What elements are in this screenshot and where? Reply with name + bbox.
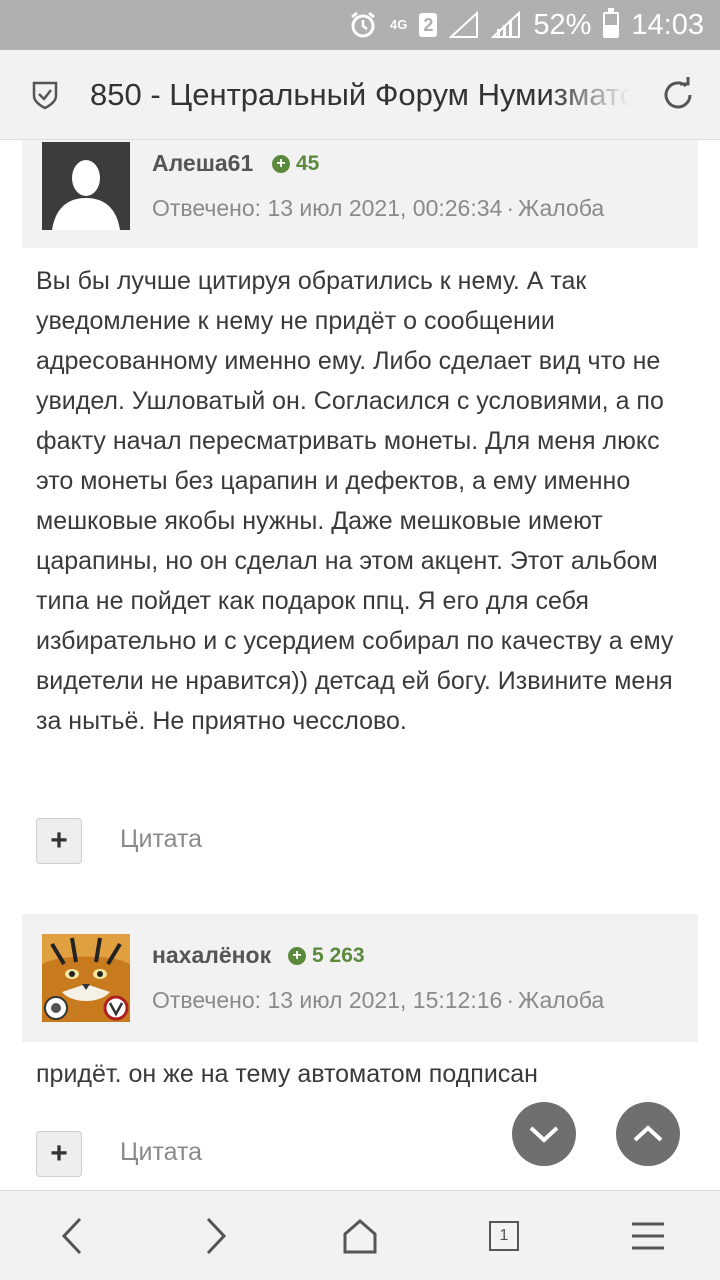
reputation-badge: + 45 bbox=[272, 152, 319, 176]
battery-icon bbox=[603, 8, 620, 38]
meta-separator: · bbox=[506, 987, 514, 1013]
post-meta: Отвечено: 13 июл 2021, 00:26:34 · Жалоба bbox=[152, 195, 604, 222]
home-icon bbox=[343, 1218, 377, 1253]
page-title[interactable]: 850 - Центральный Форум Нумизматов bbox=[90, 77, 630, 113]
reputation-value: 45 bbox=[296, 152, 320, 175]
address-bar[interactable]: 850 - Центральный Форум Нумизматов bbox=[0, 50, 720, 140]
chevron-up-icon bbox=[633, 1125, 663, 1142]
post-date: Отвечено: 13 июл 2021, 15:12:16 bbox=[152, 987, 503, 1013]
plus-icon: + bbox=[288, 947, 306, 965]
quote-plus-button[interactable]: + bbox=[36, 818, 82, 864]
post-body: придёт. он же на тему автоматом подписан bbox=[36, 1060, 538, 1088]
reputation-value: 5 263 bbox=[312, 944, 365, 967]
menu-icon bbox=[632, 1222, 664, 1249]
network-type: 4G bbox=[390, 17, 408, 32]
quote-label[interactable]: Цитата bbox=[120, 1138, 202, 1167]
post-meta: Отвечено: 13 июл 2021, 15:12:16 · Жалоба bbox=[152, 987, 604, 1014]
avatar[interactable] bbox=[42, 142, 130, 230]
signal-strength-icon bbox=[491, 11, 521, 39]
reload-icon[interactable] bbox=[660, 77, 696, 113]
chevron-down-icon bbox=[529, 1126, 559, 1143]
post-body: Вы бы лучше цитируя обратились к нему. А… bbox=[36, 267, 674, 735]
forward-button[interactable] bbox=[176, 1196, 256, 1276]
meta-separator: · bbox=[506, 195, 514, 221]
shield-icon[interactable] bbox=[0, 50, 90, 140]
username[interactable]: нахалёнок bbox=[152, 942, 271, 969]
tabs-button[interactable]: 1 bbox=[464, 1196, 544, 1276]
report-link[interactable]: Жалоба bbox=[518, 195, 604, 221]
report-link[interactable]: Жалоба bbox=[518, 987, 604, 1013]
home-button[interactable] bbox=[320, 1196, 400, 1276]
scroll-up-button[interactable] bbox=[616, 1102, 680, 1166]
quote-label[interactable]: Цитата bbox=[120, 825, 202, 854]
sim-badge: 2 bbox=[419, 13, 438, 37]
menu-button[interactable] bbox=[608, 1196, 688, 1276]
clock: 14:03 bbox=[631, 8, 704, 41]
plus-icon: + bbox=[272, 155, 290, 173]
status-bar: 4G 2 52% 14:03 bbox=[0, 0, 720, 50]
avatar[interactable] bbox=[42, 934, 130, 1022]
scroll-down-button[interactable] bbox=[512, 1102, 576, 1166]
post-header: Алеша61 + 45 Отвечено: 13 июл 2021, 00:2… bbox=[22, 140, 698, 248]
username[interactable]: Алеша61 bbox=[152, 150, 253, 177]
chevron-right-icon bbox=[206, 1217, 227, 1254]
reputation-badge: + 5 263 bbox=[288, 944, 365, 968]
browser-nav-bar: 1 bbox=[0, 1190, 720, 1280]
back-button[interactable] bbox=[32, 1196, 112, 1276]
post-header: нахалёнок + 5 263 Отвечено: 13 июл 2021,… bbox=[22, 914, 698, 1042]
chevron-left-icon bbox=[61, 1217, 82, 1254]
alarm-icon bbox=[348, 10, 378, 40]
battery-percent: 52% bbox=[533, 8, 592, 41]
quote-plus-button[interactable]: + bbox=[36, 1131, 82, 1177]
signal-icon bbox=[449, 11, 479, 39]
post-date: Отвечено: 13 июл 2021, 00:26:34 bbox=[152, 195, 503, 221]
tab-count: 1 bbox=[489, 1220, 519, 1251]
